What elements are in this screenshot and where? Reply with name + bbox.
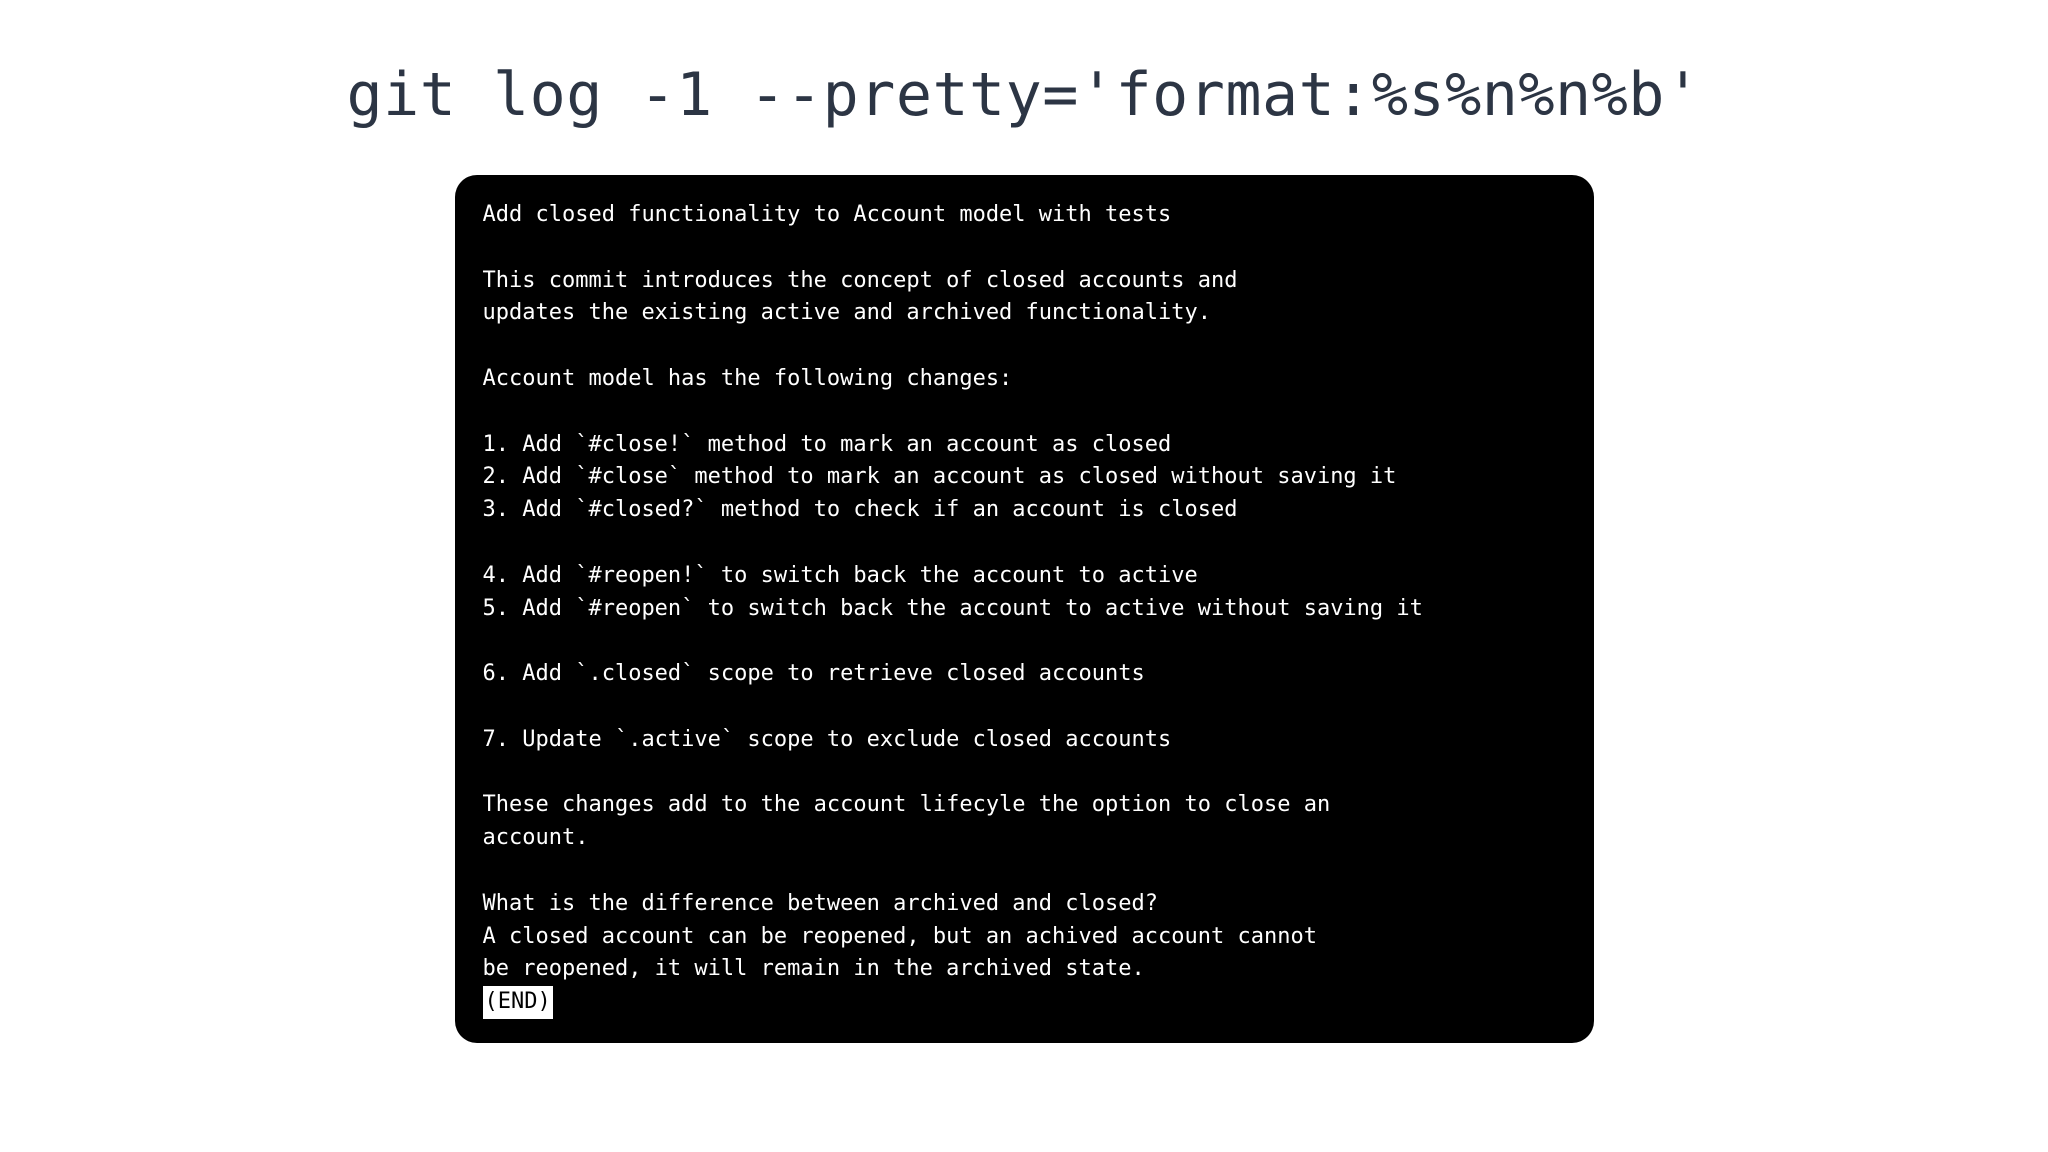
commit-change-6: 6. Add `.closed` scope to retrieve close… — [483, 661, 1145, 686]
commit-answer-line-2: be reopened, it will remain in the archi… — [483, 956, 1145, 981]
commit-change-2: 2. Add `#close` method to mark an accoun… — [483, 464, 1397, 489]
commit-answer-line-1: A closed account can be reopened, but an… — [483, 924, 1317, 949]
commit-change-5: 5. Add `#reopen` to switch back the acco… — [483, 596, 1423, 621]
commit-changes-heading: Account model has the following changes: — [483, 366, 1013, 391]
commit-summary-line-2: account. — [483, 825, 589, 850]
commit-change-1: 1. Add `#close!` method to mark an accou… — [483, 432, 1172, 457]
commit-intro-line-1: This commit introduces the concept of cl… — [483, 268, 1238, 293]
commit-change-7: 7. Update `.active` scope to exclude clo… — [483, 727, 1172, 752]
commit-intro-line-2: updates the existing active and archived… — [483, 300, 1211, 325]
commit-summary-line-1: These changes add to the account lifecyl… — [483, 792, 1331, 817]
commit-question: What is the difference between archived … — [483, 891, 1159, 916]
commit-change-3: 3. Add `#closed?` method to check if an … — [483, 497, 1238, 522]
terminal-output: Add closed functionality to Account mode… — [455, 175, 1594, 1043]
commit-subject: Add closed functionality to Account mode… — [483, 202, 1172, 227]
pager-end-marker: (END) — [483, 986, 553, 1019]
commit-change-4: 4. Add `#reopen!` to switch back the acc… — [483, 563, 1198, 588]
command-heading: git log -1 --pretty='format:%s%n%n%b' — [346, 60, 1701, 130]
